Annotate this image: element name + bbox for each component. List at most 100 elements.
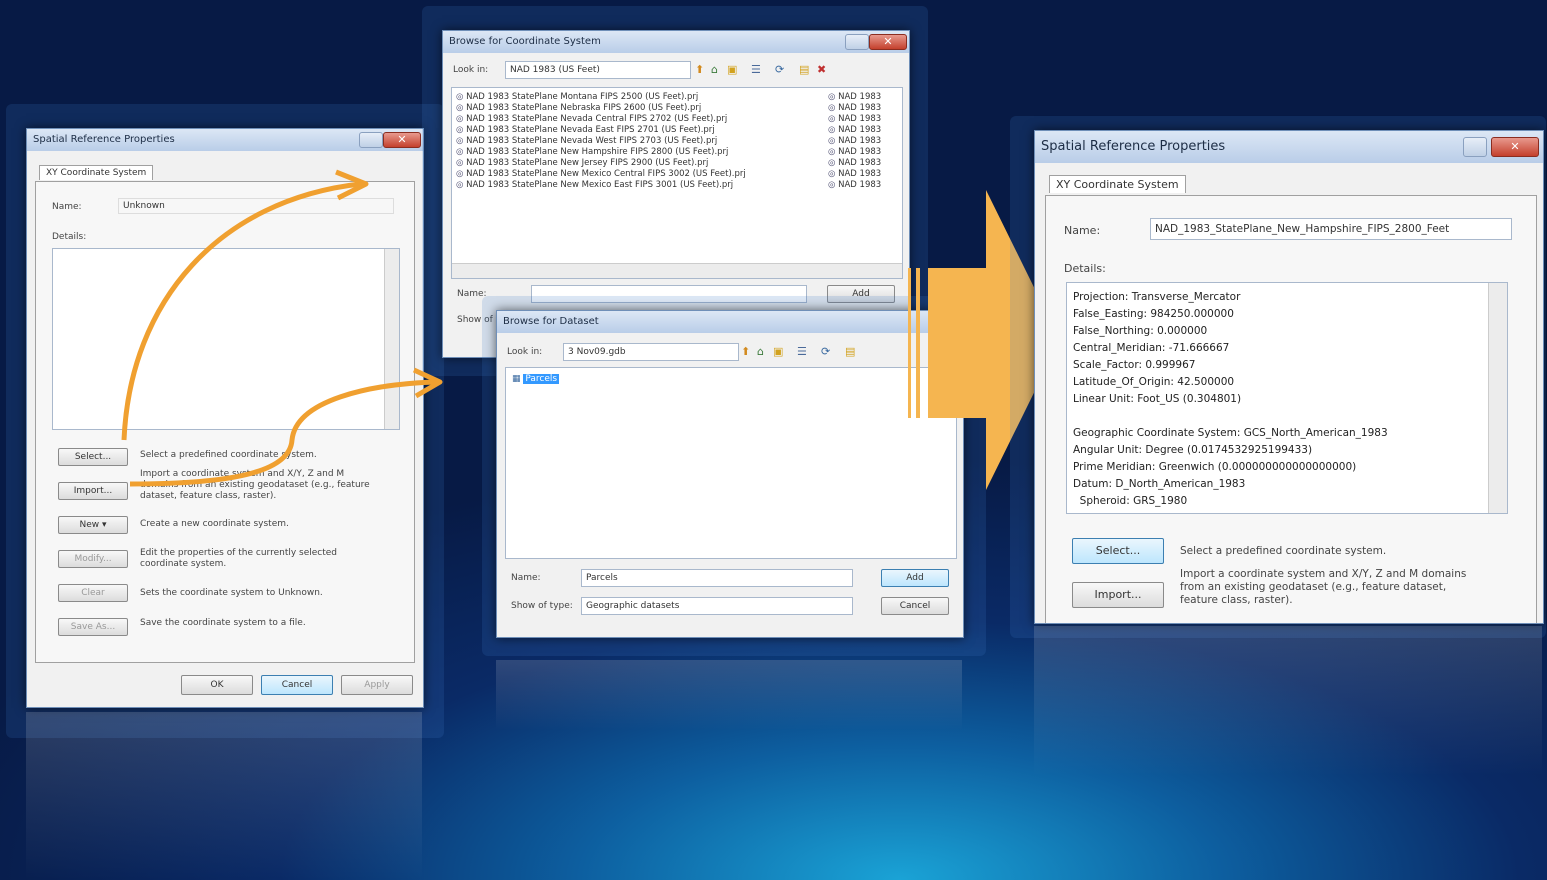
apply-button[interactable]: Apply bbox=[341, 675, 413, 695]
details-line: Angular Unit: Degree (0.0174532925199433… bbox=[1073, 444, 1313, 456]
new-button[interactable]: New ▾ bbox=[58, 516, 128, 534]
right-dialog-title: Spatial Reference Properties bbox=[1041, 139, 1226, 154]
cancel-button[interactable]: Cancel bbox=[261, 675, 333, 695]
prj-file-icon: ◎ bbox=[828, 158, 839, 168]
browse-ds-name-field[interactable]: Parcels bbox=[581, 569, 853, 587]
details-scrollbar[interactable] bbox=[384, 249, 399, 429]
delete-icon[interactable]: ✖ bbox=[817, 63, 826, 76]
modify-button[interactable]: Modify... bbox=[58, 550, 128, 568]
coordinate-system-file-item[interactable]: ◎ NAD 1983 StatePlane New Jersey FIPS 29… bbox=[456, 158, 826, 169]
right-details-label: Details: bbox=[1064, 262, 1106, 275]
browse-ds-titlebar: Browse for Dataset bbox=[497, 311, 963, 333]
tab-xy-coordinate-system[interactable]: XY Coordinate System bbox=[39, 165, 154, 180]
browse-ds-cancel-button[interactable]: Cancel bbox=[881, 597, 949, 615]
help-button[interactable] bbox=[359, 132, 383, 148]
browse-cs-titlebar: Browse for Coordinate System ✕ bbox=[443, 31, 909, 53]
right-import-description: Import a coordinate system and X/Y, Z an… bbox=[1180, 568, 1467, 606]
prj-file-icon: ◎ bbox=[828, 136, 839, 146]
name-field[interactable]: Unknown bbox=[118, 198, 394, 214]
coordinate-system-file-item-col2[interactable]: ◎ NAD 1983 bbox=[828, 147, 898, 158]
details-line: Datum: D_North_American_1983 bbox=[1073, 478, 1246, 490]
coordinate-system-file-item-col2[interactable]: ◎ NAD 1983 bbox=[828, 158, 898, 169]
new-folder-icon[interactable]: ▤ bbox=[799, 63, 809, 76]
browse-ds-show-dropdown[interactable]: Geographic datasets bbox=[581, 597, 853, 615]
coordinate-system-file-item-col2[interactable]: ◎ NAD 1983 bbox=[828, 125, 898, 136]
coordinate-system-file-item-col2[interactable]: ◎ NAD 1983 bbox=[828, 180, 898, 191]
dataset-item-parcels[interactable]: ▦ Parcels bbox=[512, 374, 560, 384]
browse-cs-look-in-dropdown[interactable]: NAD 1983 (US Feet) bbox=[505, 61, 691, 79]
coordinate-system-file-item[interactable]: ◎ NAD 1983 StatePlane New Hampshire FIPS… bbox=[456, 147, 826, 158]
coordinate-system-file-item[interactable]: ◎ NAD 1983 StatePlane New Mexico East FI… bbox=[456, 180, 826, 191]
browse-cs-hscrollbar[interactable] bbox=[452, 263, 902, 278]
coordinate-system-file-item[interactable]: ◎ NAD 1983 StatePlane Nevada East FIPS 2… bbox=[456, 125, 826, 136]
coordinate-system-file-item[interactable]: ◎ NAD 1983 StatePlane Nevada Central FIP… bbox=[456, 114, 826, 125]
browse-cs-help-button[interactable] bbox=[845, 34, 869, 50]
browse-cs-close-button[interactable]: ✕ bbox=[869, 34, 907, 50]
dataset-dialog-reflection bbox=[496, 660, 962, 730]
prj-file-icon: ◎ bbox=[456, 147, 467, 157]
ds-up-folder-icon[interactable]: ⬆ bbox=[741, 345, 750, 358]
browse-dataset-dialog: Browse for Dataset Look in: 3 Nov09.gdb … bbox=[496, 310, 964, 638]
file-item-label: NAD 1983 StatePlane Montana FIPS 2500 (U… bbox=[466, 92, 699, 102]
home-icon[interactable]: ⌂ bbox=[711, 63, 718, 76]
ds-view-menu-icon[interactable]: ☰ bbox=[797, 345, 807, 358]
refresh-icon[interactable]: ⟳ bbox=[775, 63, 784, 76]
right-details-scrollbar[interactable] bbox=[1488, 283, 1507, 513]
details-line: False_Easting: 984250.000000 bbox=[1073, 308, 1234, 320]
coordinate-system-file-item-col2[interactable]: ◎ NAD 1983 bbox=[828, 114, 898, 125]
prj-file-icon: ◎ bbox=[828, 180, 839, 190]
right-select-description: Select a predefined coordinate system. bbox=[1180, 545, 1387, 557]
browse-ds-add-button[interactable]: Add bbox=[881, 569, 949, 587]
prj-file-icon: ◎ bbox=[828, 114, 839, 124]
coordinate-system-file-item[interactable]: ◎ NAD 1983 StatePlane Nebraska FIPS 2600… bbox=[456, 103, 826, 114]
prj-file-icon: ◎ bbox=[456, 136, 467, 146]
right-tab-xy-coordinate-system[interactable]: XY Coordinate System bbox=[1049, 175, 1186, 193]
coordinate-system-file-item[interactable]: ◎ NAD 1983 StatePlane New Mexico Central… bbox=[456, 169, 826, 180]
right-help-button[interactable] bbox=[1463, 137, 1487, 157]
coordinate-system-file-item-col2[interactable]: ◎ NAD 1983 bbox=[828, 103, 898, 114]
coordinate-system-file-item[interactable]: ◎ NAD 1983 StatePlane Montana FIPS 2500 … bbox=[456, 92, 826, 103]
up-folder-icon[interactable]: ⬆ bbox=[695, 63, 704, 76]
coordinate-system-file-item[interactable]: ◎ NAD 1983 StatePlane Nevada West FIPS 2… bbox=[456, 136, 826, 147]
polygon-feature-class-icon: ▦ bbox=[512, 374, 521, 384]
ds-home-icon[interactable]: ⌂ bbox=[757, 345, 764, 358]
right-select-button[interactable]: Select... bbox=[1072, 538, 1164, 564]
right-name-field[interactable]: NAD_1983_StatePlane_New_Hampshire_FIPS_2… bbox=[1150, 218, 1512, 240]
browse-ds-look-in-dropdown[interactable]: 3 Nov09.gdb bbox=[563, 343, 739, 361]
ok-button[interactable]: OK bbox=[181, 675, 253, 695]
close-button[interactable]: ✕ bbox=[383, 132, 421, 148]
right-details-textarea[interactable]: Projection: Transverse_Mercator False_Eas… bbox=[1066, 282, 1508, 514]
browse-ds-look-in-label: Look in: bbox=[507, 347, 543, 357]
ds-new-folder-icon[interactable]: ▤ bbox=[845, 345, 855, 358]
save-as-button[interactable]: Save As... bbox=[58, 618, 128, 636]
browse-cs-look-in-label: Look in: bbox=[453, 65, 489, 75]
right-close-button[interactable]: ✕ bbox=[1491, 137, 1539, 157]
import-button[interactable]: Import... bbox=[58, 482, 128, 500]
coordinate-system-file-item-col2[interactable]: ◎ NAD 1983 bbox=[828, 92, 898, 103]
details-line: Linear Unit: Foot_US (0.304801) bbox=[1073, 393, 1242, 405]
details-line: False_Northing: 0.000000 bbox=[1073, 325, 1208, 337]
coordinate-system-file-item-col2[interactable]: ◎ NAD 1983 bbox=[828, 169, 898, 180]
clear-button[interactable]: Clear bbox=[58, 584, 128, 602]
select-button[interactable]: Select... bbox=[58, 448, 128, 466]
connect-folder-icon[interactable]: ▣ bbox=[727, 63, 737, 76]
details-line: Spheroid: GRS_1980 bbox=[1073, 495, 1188, 507]
view-menu-icon[interactable]: ☰ bbox=[751, 63, 761, 76]
browse-cs-title: Browse for Coordinate System bbox=[449, 36, 601, 47]
browse-ds-title: Browse for Dataset bbox=[503, 316, 599, 327]
browse-ds-name-label: Name: bbox=[511, 573, 541, 583]
right-import-button[interactable]: Import... bbox=[1072, 582, 1164, 608]
file-item-label: NAD 1983 bbox=[838, 158, 882, 168]
file-item-label: NAD 1983 bbox=[838, 114, 882, 124]
ds-refresh-icon[interactable]: ⟳ bbox=[821, 345, 830, 358]
prj-file-icon: ◎ bbox=[456, 125, 467, 135]
prj-file-icon: ◎ bbox=[828, 92, 839, 102]
file-item-label: NAD 1983 StatePlane Nevada West FIPS 270… bbox=[466, 136, 718, 146]
browse-ds-file-list: ▦ Parcels bbox=[505, 367, 957, 559]
details-line bbox=[1073, 408, 1483, 425]
dataset-item-label: Parcels bbox=[523, 374, 560, 384]
details-textarea[interactable] bbox=[52, 248, 400, 430]
coordinate-system-file-item-col2[interactable]: ◎ NAD 1983 bbox=[828, 136, 898, 147]
prj-file-icon: ◎ bbox=[456, 114, 467, 124]
ds-connect-folder-icon[interactable]: ▣ bbox=[773, 345, 783, 358]
